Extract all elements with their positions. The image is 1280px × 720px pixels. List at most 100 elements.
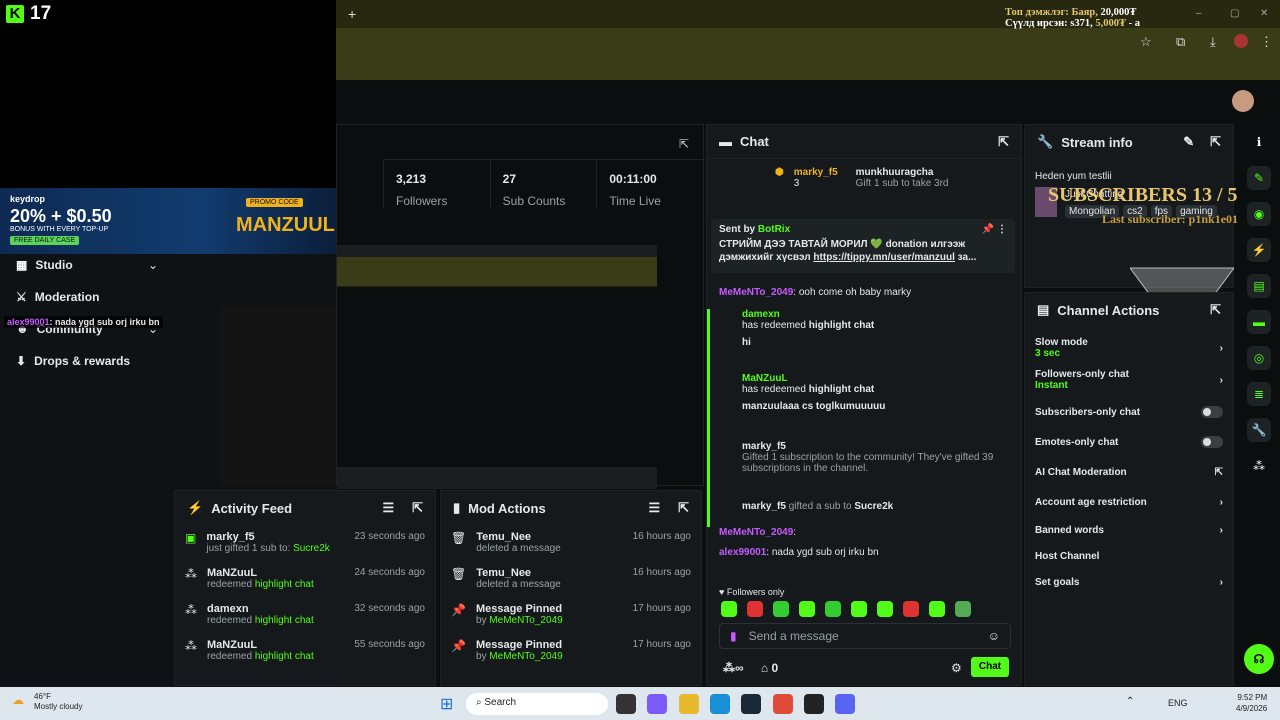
clock-date: 4/9/2026 [1236,704,1268,713]
task-view-icon[interactable] [616,694,636,714]
emote-icon[interactable] [929,601,945,617]
edit-icon[interactable]: ✎ [1183,134,1194,150]
filter-icon[interactable]: ☰ [382,500,394,516]
support-icon[interactable]: ☊ [1244,644,1274,674]
popout-icon[interactable]: ⇱ [412,500,423,516]
mod-action-time: 16 hours ago [632,531,691,542]
gift-icon[interactable]: ⌂ [761,661,768,675]
bolt-icon[interactable]: ⚡ [1247,238,1271,262]
action-label: Account age restriction [1035,496,1147,508]
action-account-age[interactable]: Account age restriction › [1035,487,1223,517]
mod-action-user: Message Pinned [475,603,563,615]
pinned-bot: BotRix [757,224,791,235]
clock[interactable]: 9:52 PM 4/9/2026 [1236,692,1267,714]
pinned-message[interactable]: Sent by BotRix 📌 ⋮ СТРИЙМ ДЭЭ ТАВТАЙ МОРИ… [711,219,1015,273]
new-tab-icon[interactable]: + [348,6,356,22]
record-icon[interactable]: ◉ [1247,202,1271,226]
emote-icon[interactable] [877,601,893,617]
stat-value: 27 [502,172,517,186]
edge-icon[interactable] [710,694,731,714]
stats-row: 3,213 Followers 27 Sub Counts 00:11:00 Time… [383,159,703,209]
close-icon[interactable]: ✕ [1260,8,1268,19]
action-subscribers-only[interactable]: Subscribers-only chat [1035,397,1223,427]
action-set-goals[interactable]: Set goals › [1035,569,1223,595]
stream-video-preview[interactable] [337,245,657,489]
emote-icon[interactable] [903,601,919,617]
stat-followers: 3,213 Followers [383,160,490,209]
bookmark-icon[interactable]: ☆ [1140,34,1152,50]
tray-chevron-icon[interactable]: ⌃ [1126,696,1134,707]
gifter-rank-icon: ⬢ [775,167,784,178]
action-ai-moderation[interactable]: AI Chat Moderation ⇱ [1035,457,1223,487]
mod-actions-header: ▮ Mod Actions ☰ ⇱ [441,491,701,525]
activity-target: Sucre2k [293,543,330,554]
taskbar-search[interactable]: ⌕ Search [466,693,608,715]
popout-icon[interactable]: ⇱ [678,500,689,516]
minimize-icon[interactable]: – [1196,8,1202,19]
steam-icon[interactable] [741,694,762,714]
emote-icon[interactable] [773,601,789,617]
action-host-channel[interactable]: Host Channel [1035,543,1223,569]
top-donor-amount: 20,000₮ [1100,7,1137,18]
emote-icon[interactable] [955,601,971,617]
emoji-icon[interactable]: ☺ [988,629,1000,643]
chat-bubble-icon[interactable]: ▬ [1247,310,1271,334]
pin-icon[interactable]: 📌 ⋮ [982,224,1007,235]
action-slow-mode[interactable]: Slow mode 3 sec › [1035,333,1223,363]
nav-studio[interactable]: ▦ Studio ⌄ [16,258,158,272]
discord-icon[interactable] [835,694,856,714]
nav-moderation[interactable]: ⚔ Moderation [16,290,99,304]
pinned-link[interactable]: https://tippy.mn/user/manzuul [813,252,954,263]
action-emotes-only[interactable]: Emotes-only chat [1035,427,1223,457]
settings-icon[interactable]: ⚙ [951,661,962,675]
emote-icon[interactable] [747,601,763,617]
emotes-only-toggle[interactable] [1201,436,1223,448]
action-banned-words[interactable]: Banned words › [1035,517,1223,543]
info-icon[interactable]: ℹ [1247,130,1271,154]
menu-icon[interactable]: ⋮ [1260,34,1273,50]
download-icon[interactable]: ⤓ [1210,34,1216,50]
emote-icon[interactable] [721,601,737,617]
nav-studio-label: Studio [35,258,73,272]
nav-drops[interactable]: ⬇ Drops & rewards [16,354,130,368]
action-followers-only[interactable]: Followers-only chat Instant › [1035,363,1223,397]
chrome-icon[interactable] [772,694,793,714]
chat-input[interactable]: ▮ Send a message ☺ [719,623,1011,649]
popout-icon[interactable]: ⇱ [1210,302,1221,318]
chat-send-button[interactable]: Chat [971,657,1009,677]
subscribers-only-toggle[interactable] [1201,406,1223,418]
emote-icon[interactable] [799,601,815,617]
server-icon[interactable]: ≣ [1247,382,1271,406]
filter-icon[interactable]: ☰ [648,500,660,516]
channel-points-icon[interactable]: ⁂∞ [723,661,744,675]
obs-icon[interactable] [804,694,825,714]
mod-action-text: deleted a message [476,543,561,554]
clipboard-icon[interactable]: ▤ [1247,274,1271,298]
ad-promo-label: PROMO CODE [246,198,303,207]
popout-icon[interactable]: ⇱ [679,137,689,151]
ad-banner[interactable]: keydrop 20% + $0.50 BONUS WITH EVERY TOP… [0,188,336,254]
overlay-chat-line: alex99001: nada ygd sub orj irku bn [4,316,163,328]
windows-start-icon[interactable]: ⊞ [440,694,453,714]
gift-icon: ▣ [185,531,197,545]
teams-icon[interactable] [647,694,668,714]
edit-icon[interactable]: ✎ [1247,166,1271,190]
maximize-icon[interactable]: ▢ [1230,8,1239,19]
file-explorer-icon[interactable] [678,694,699,714]
external-link-icon: ⇱ [1214,466,1223,478]
popout-icon[interactable]: ⇱ [998,134,1009,150]
wrench-icon[interactable]: 🔧 [1247,418,1271,442]
weather-widget[interactable]: 46°F Mostly cloudy [34,692,82,712]
activity-time: 23 seconds ago [354,531,425,542]
language-indicator[interactable]: ENG [1168,698,1188,708]
user-avatar[interactable] [1232,90,1254,112]
channel-points-icon[interactable]: ⁂ [1247,454,1271,478]
broadcast-icon[interactable]: ◎ [1247,346,1271,370]
extensions-icon[interactable]: ⧉ [1176,34,1185,50]
chat-user: MeMeNTo_2049 [719,527,794,538]
popout-icon[interactable]: ⇱ [1210,134,1221,150]
emote-icon[interactable] [825,601,841,617]
profile-icon[interactable] [1234,34,1248,48]
bolt-icon: ⚡ [187,500,204,515]
emote-icon[interactable] [851,601,867,617]
